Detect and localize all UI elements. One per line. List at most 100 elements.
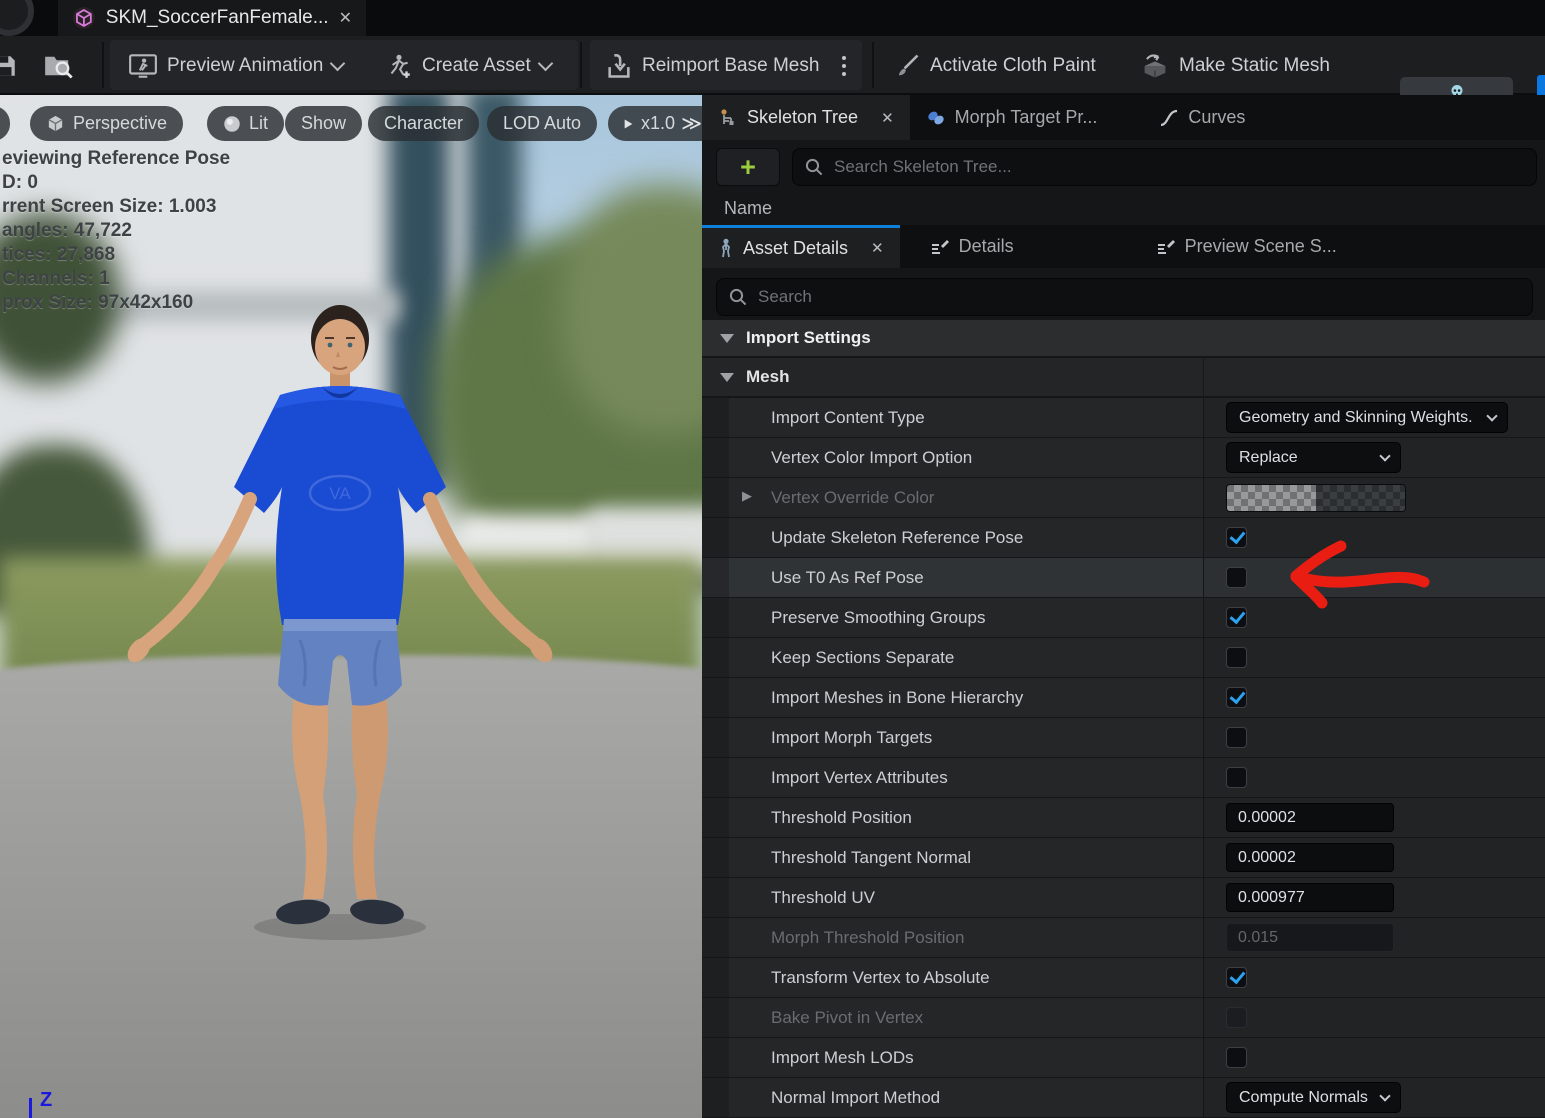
show-button[interactable]: Show xyxy=(285,106,362,141)
chevron-down-icon xyxy=(1379,450,1390,461)
browse-to-asset-button[interactable] xyxy=(44,36,74,95)
tab-close-icon[interactable]: ✕ xyxy=(881,109,894,127)
character-face xyxy=(315,319,365,375)
toolbar-separator xyxy=(580,42,582,88)
swatch-transparent-light xyxy=(1227,485,1316,511)
checkbox[interactable] xyxy=(1226,687,1247,708)
property-label-text: Use T0 As Ref Pose xyxy=(771,568,924,588)
asset-tab-title: SKM_SoccerFanFemale... xyxy=(106,7,329,29)
column-header-name[interactable]: Name xyxy=(724,198,772,220)
make-static-mesh-button[interactable]: Make Static Mesh xyxy=(1140,36,1330,95)
property-value xyxy=(1204,958,1545,997)
row-gutter xyxy=(702,918,729,957)
tab-skeleton-tree[interactable]: Skeleton Tree ✕ xyxy=(702,95,910,140)
property-value xyxy=(1204,718,1545,757)
property-value: 0.00002 xyxy=(1204,838,1545,877)
row-gutter xyxy=(702,478,729,517)
checkbox[interactable] xyxy=(1226,567,1247,588)
property-row: Import Morph Targets xyxy=(702,718,1545,758)
character-arm xyxy=(146,499,250,643)
unreal-logo-icon[interactable] xyxy=(0,0,34,36)
checkbox[interactable] xyxy=(1226,527,1247,548)
number-input[interactable]: 0.00002 xyxy=(1226,843,1394,872)
tab-preview-scene-settings[interactable]: Preview Scene S... xyxy=(1140,225,1353,268)
perspective-button[interactable]: Perspective xyxy=(30,106,183,141)
number-input[interactable]: 0.00002 xyxy=(1226,803,1394,832)
property-value: 0.015 xyxy=(1204,918,1545,957)
main-toolbar: Preview Animation Create Asset Reimport … xyxy=(0,36,1545,95)
viewport-stat-line: prox Size: 97x42x160 xyxy=(2,291,230,315)
axis-z-line xyxy=(29,1098,32,1118)
save-button[interactable] xyxy=(0,36,18,95)
row-gutter xyxy=(702,998,729,1037)
viewport[interactable]: VA Perspective Lit xyxy=(0,95,702,1118)
tab-details[interactable]: Details xyxy=(914,225,1030,268)
editor-tab-bar: SKM_SoccerFanFemale... ✕ xyxy=(0,0,1545,36)
create-asset-button[interactable]: Create Asset xyxy=(385,36,551,95)
property-value xyxy=(1204,598,1545,637)
row-gutter xyxy=(702,718,729,757)
checkbox[interactable] xyxy=(1226,767,1247,788)
reimport-options-button[interactable] xyxy=(838,36,846,95)
dropdown[interactable]: Replace xyxy=(1226,442,1401,473)
lod-auto-button[interactable]: LOD Auto xyxy=(487,106,597,141)
property-row: Threshold Tangent Normal0.00002 xyxy=(702,838,1545,878)
checkbox[interactable] xyxy=(1226,967,1247,988)
activate-cloth-paint-label: Activate Cloth Paint xyxy=(930,55,1096,77)
details-search[interactable] xyxy=(716,278,1533,316)
skeleton-search[interactable] xyxy=(792,148,1537,186)
checkbox[interactable] xyxy=(1226,1007,1247,1028)
tab-skeleton-tree-label: Skeleton Tree xyxy=(747,107,858,128)
number-input[interactable]: 0.015 xyxy=(1226,923,1394,952)
morph-target-icon xyxy=(926,109,946,127)
property-value: 0.000977 xyxy=(1204,878,1545,917)
reimport-base-mesh-button[interactable]: Reimport Base Mesh xyxy=(605,36,819,95)
expand-chevrons-icon: ≫ xyxy=(681,111,702,136)
color-swatch[interactable] xyxy=(1226,484,1406,512)
asset-editor-tab[interactable]: SKM_SoccerFanFemale... ✕ xyxy=(58,0,366,36)
row-gutter xyxy=(702,798,729,837)
property-value: 0.00002 xyxy=(1204,798,1545,837)
lit-button[interactable]: Lit xyxy=(207,106,284,141)
tab-morph-target-previewer[interactable]: Morph Target Pr... xyxy=(910,95,1114,140)
tab-close-icon[interactable]: ✕ xyxy=(871,239,884,257)
details-tabstrip: Asset Details ✕ Details Preview Scene S.… xyxy=(702,225,1545,268)
expander-icon[interactable]: ▶ xyxy=(742,488,752,504)
checkbox[interactable] xyxy=(1226,607,1247,628)
playback-speed-button[interactable]: x1.0 ≫ xyxy=(608,106,702,141)
skeleton-search-input[interactable] xyxy=(832,156,1524,178)
property-label-text: Import Mesh LODs xyxy=(771,1048,914,1068)
checkbox[interactable] xyxy=(1226,647,1247,668)
character-label: Character xyxy=(384,113,463,134)
tab-asset-details[interactable]: Asset Details ✕ xyxy=(702,225,900,268)
preview-animation-button[interactable]: Preview Animation xyxy=(128,36,343,95)
row-gutter xyxy=(702,678,729,717)
row-gutter xyxy=(702,838,729,877)
checkbox[interactable] xyxy=(1226,1047,1247,1068)
property-label-text: Vertex Color Import Option xyxy=(771,448,972,468)
section-mesh[interactable]: Mesh xyxy=(702,358,1545,396)
property-value xyxy=(1204,518,1545,557)
character-shirt xyxy=(234,386,446,625)
tab-asset-details-label: Asset Details xyxy=(743,238,848,259)
search-icon xyxy=(729,288,747,306)
dropdown[interactable]: Compute Normals xyxy=(1226,1082,1401,1113)
section-import-settings[interactable]: Import Settings xyxy=(702,320,1545,356)
axis-z-label: Z xyxy=(40,1089,52,1112)
reimport-base-mesh-label: Reimport Base Mesh xyxy=(642,55,819,77)
kebab-menu-icon xyxy=(842,56,846,76)
character-button[interactable]: Character xyxy=(368,106,479,141)
activate-cloth-paint-button[interactable]: Activate Cloth Paint xyxy=(893,36,1096,95)
dropdown[interactable]: Geometry and Skinning Weights. xyxy=(1226,402,1508,433)
checkbox[interactable] xyxy=(1226,727,1247,748)
property-value xyxy=(1204,558,1545,597)
tab-curves[interactable]: Curves xyxy=(1143,95,1261,140)
number-input[interactable]: 0.000977 xyxy=(1226,883,1394,912)
dropdown-value: Compute Normals xyxy=(1239,1089,1368,1107)
asset-tab-close-icon[interactable]: ✕ xyxy=(339,8,352,28)
viewport-stat-line: tices: 27,868 xyxy=(2,243,230,267)
add-bone-button[interactable]: + xyxy=(716,148,780,186)
details-search-input[interactable] xyxy=(756,286,1520,308)
tab-preview-scene-label: Preview Scene S... xyxy=(1185,236,1337,257)
character-shorts-waistband xyxy=(283,619,397,631)
